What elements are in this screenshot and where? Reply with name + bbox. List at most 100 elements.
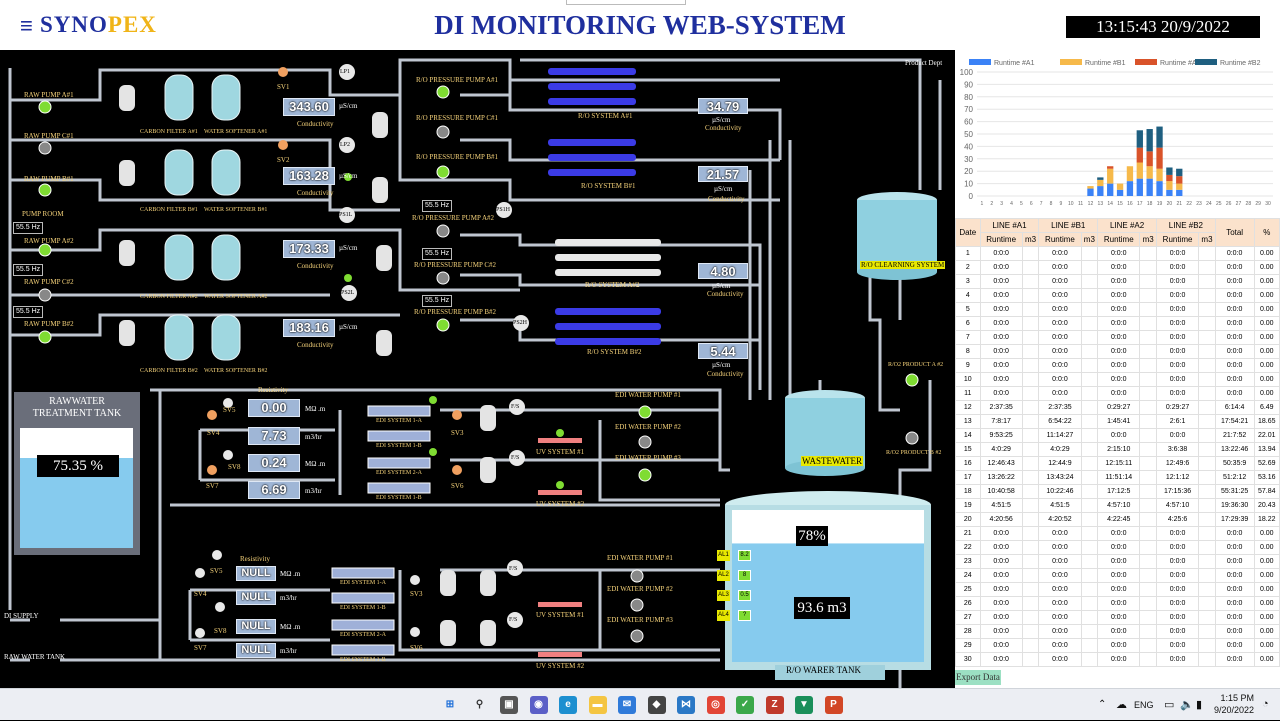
- cell-pct: 0.00: [1253, 386, 1280, 401]
- cell-a2-runtime: 0:0:0: [1097, 638, 1141, 653]
- cell-total: 0:0:0: [1214, 638, 1255, 653]
- sv6-label-1: SV6: [451, 482, 464, 490]
- sv7-label-2: SV7: [194, 644, 207, 652]
- sensor-circles: [339, 64, 529, 628]
- x-tick-label: 4: [1010, 201, 1013, 207]
- cell-b1-runtime: 6:54:22: [1038, 414, 1082, 429]
- x-tick-label: 25: [1216, 201, 1222, 207]
- vscode-icon[interactable]: ⋈: [677, 696, 695, 714]
- bar-segment: [1146, 166, 1153, 179]
- search-icon[interactable]: ⚲: [471, 696, 489, 714]
- chevron-up-icon[interactable]: ⌃: [1098, 699, 1106, 710]
- cell-date: 1: [955, 246, 981, 261]
- task-view-icon[interactable]: ▣: [500, 696, 518, 714]
- cell-a1-runtime: 0:0:0: [979, 652, 1023, 667]
- legend-swatch: [1135, 59, 1157, 65]
- network-icon[interactable]: ☁: [1116, 698, 1127, 711]
- cell-a2-m3: [1139, 330, 1157, 345]
- bar-segment: [1156, 126, 1163, 148]
- table-row: 20 4:20:56 4:20:52 4:22:45 4:25:6 17:29:39 18.…: [955, 512, 1280, 527]
- water-softener-a2-label: WATER SOFTENER A#2: [204, 294, 268, 300]
- cell-b2-m3: [1198, 442, 1216, 457]
- volume-icon[interactable]: 🔈: [1180, 698, 1194, 711]
- cell-b1-runtime: 4:20:52: [1038, 512, 1082, 527]
- ro-system-b2-label: R/O SYSTEM B#2: [587, 348, 642, 356]
- edi2-unit-2: m3/hr: [280, 594, 297, 602]
- battery-icon[interactable]: ▮: [1196, 698, 1202, 711]
- cell-b1-m3: [1080, 400, 1099, 415]
- x-tick-label: 12: [1088, 201, 1094, 207]
- table-row: 18 10:40:58 10:22:46 17:12:5 17:15:36 55:31:2…: [955, 484, 1280, 499]
- cell-pct: 0.00: [1253, 246, 1280, 261]
- cell-a2-m3: [1139, 316, 1157, 331]
- cell-a1-runtime: 0:0:0: [979, 554, 1023, 569]
- cell-pct: 0.00: [1253, 330, 1280, 345]
- mail-icon[interactable]: ✉: [618, 696, 636, 714]
- x-tick-label: 30: [1265, 201, 1271, 207]
- cell-b2-runtime: 0:0:0: [1155, 610, 1200, 625]
- cell-a2-m3: [1139, 358, 1157, 373]
- windows-start-icon[interactable]: ⊞: [441, 696, 459, 714]
- x-tick-label: 24: [1206, 201, 1212, 207]
- cell-pct: 0.00: [1253, 344, 1280, 359]
- cell-b2-runtime: 0:0:0: [1155, 386, 1200, 401]
- language-indicator[interactable]: ENG: [1134, 700, 1154, 710]
- cell-a1-runtime: 0:0:0: [979, 610, 1023, 625]
- legend-swatch: [1060, 59, 1082, 65]
- cell-b1-m3: [1080, 428, 1099, 443]
- teams-chat-icon[interactable]: ◉: [529, 696, 548, 714]
- app-green-icon[interactable]: ✓: [736, 696, 754, 714]
- bar-segment: [1156, 147, 1163, 169]
- chrome-icon[interactable]: ◎: [706, 696, 725, 714]
- cell-a1-runtime: 0:0:0: [979, 540, 1023, 555]
- unit-out-1: µS/cm: [712, 116, 731, 124]
- cell-b1-m3: [1080, 344, 1099, 359]
- sv8-label-2: SV8: [214, 627, 227, 635]
- bar-segment: [1097, 177, 1104, 180]
- cell-pct: 0.00: [1253, 610, 1280, 625]
- cell-a1-runtime: 13:26:22: [979, 470, 1023, 485]
- cell-a1-runtime: 0:0:0: [979, 568, 1023, 583]
- uv-system-2b-label: UV SYSTEM #2: [536, 662, 585, 670]
- tray-date[interactable]: 9/20/2022: [1210, 705, 1254, 715]
- powerpoint-icon[interactable]: P: [824, 696, 843, 714]
- app-icon[interactable]: ◆: [647, 696, 666, 714]
- edi1-system-3: EDI SYSTEM 2-A: [376, 470, 422, 476]
- tray-time[interactable]: 1:15 PM: [1214, 693, 1254, 703]
- x-tick-label: 23: [1196, 201, 1202, 207]
- bar-segment: [1097, 186, 1104, 196]
- pump-room-label: PUMP ROOM: [22, 210, 64, 218]
- cell-total: 0:0:0: [1214, 302, 1255, 317]
- cell-b1-m3: [1080, 526, 1099, 541]
- app-icon-2[interactable]: ▼: [795, 696, 813, 714]
- cell-total: 0:0:0: [1214, 582, 1255, 597]
- filezilla-icon[interactable]: Z: [765, 696, 784, 714]
- cell-a1-m3: [1021, 274, 1040, 289]
- cell-total: 6:14:4: [1214, 400, 1255, 415]
- sub-m3: m3: [1080, 232, 1099, 247]
- cell-b1-m3: [1080, 554, 1099, 569]
- cell-b2-m3: [1198, 568, 1216, 583]
- ro-tank-title: R/O WARER TANK: [786, 665, 861, 675]
- cell-a2-runtime: 0:0:0: [1097, 274, 1141, 289]
- bar-segment: [1156, 181, 1163, 196]
- cell-a1-m3: [1021, 554, 1040, 569]
- cell-a2-m3: [1139, 372, 1157, 387]
- notification-icon[interactable]: ◔: [1262, 698, 1269, 710]
- cell-b2-m3: [1198, 540, 1216, 555]
- cell-b2-m3: [1198, 288, 1216, 303]
- bar-segment: [1087, 188, 1094, 196]
- cell-b2-runtime: 0:0:0: [1155, 652, 1200, 667]
- cell-a2-m3: [1139, 512, 1157, 527]
- export-data-button[interactable]: Export Data: [955, 670, 1001, 685]
- edge-browser-icon[interactable]: e: [559, 696, 577, 714]
- file-explorer-icon[interactable]: ▬: [588, 696, 607, 714]
- sv4-label-2: SV4: [194, 590, 207, 598]
- cell-a2-runtime: 0:0:0: [1097, 246, 1141, 261]
- x-tick-label: 11: [1078, 201, 1083, 207]
- cell-date: 22: [955, 540, 981, 555]
- cell-date: 27: [955, 610, 981, 625]
- display-icon[interactable]: ▭: [1164, 698, 1174, 711]
- cell-a1-m3: [1021, 400, 1040, 415]
- raw-pump-label-a1: RAW PUMP A#1: [24, 91, 74, 99]
